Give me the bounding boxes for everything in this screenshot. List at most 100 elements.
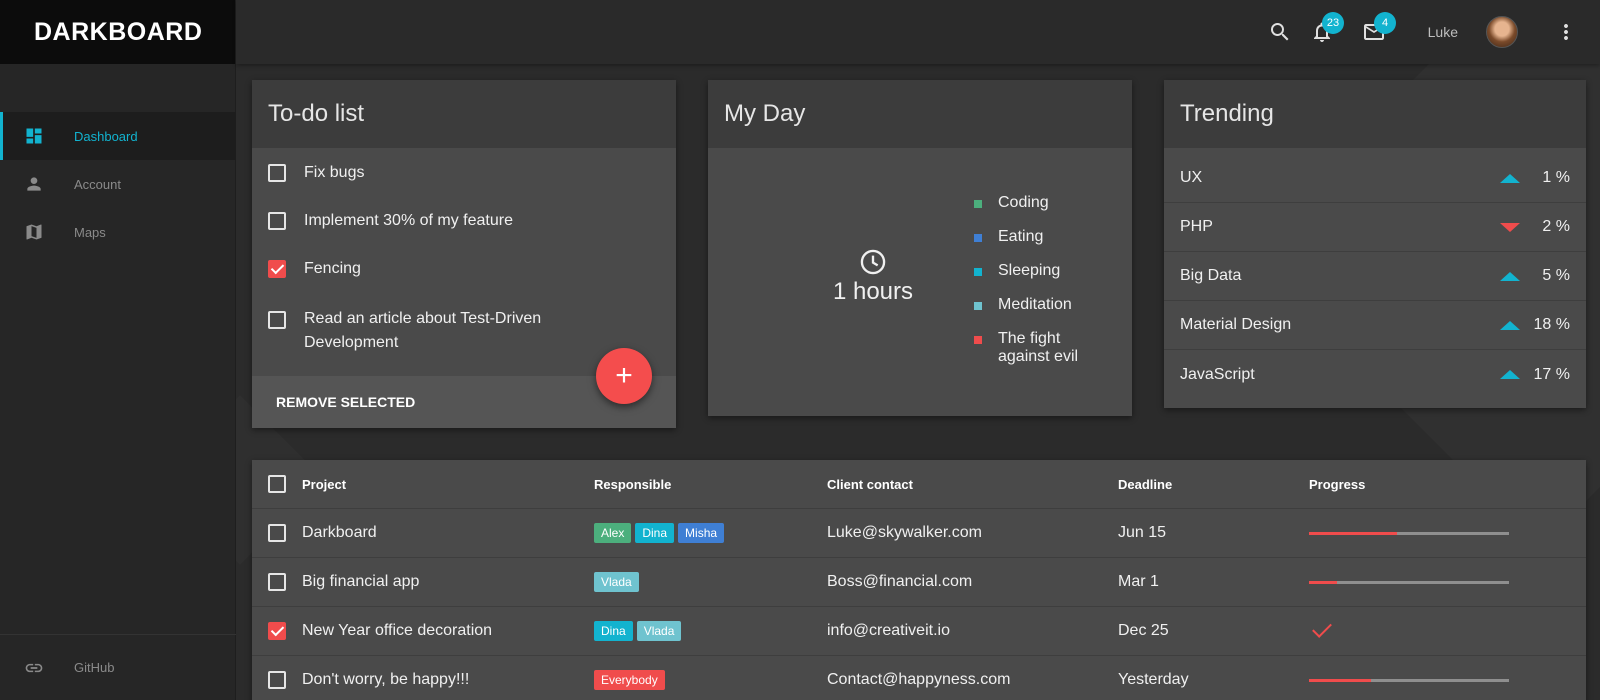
- todo-item-label: Fencing: [304, 260, 361, 277]
- client-contact[interactable]: Contact@happyness.com: [827, 656, 1010, 700]
- sidebar-item-label: Account: [74, 176, 121, 192]
- legend-label: The fight against evil: [998, 330, 1079, 365]
- todo-item[interactable]: Fencing: [252, 260, 676, 308]
- myday-card: My Day 1 hours Coding Eating Sleeping Me…: [708, 80, 1132, 416]
- trend-up-icon: [1500, 320, 1520, 330]
- responsible-chips: Alex Dina Misha: [594, 509, 728, 557]
- header-project[interactable]: Project: [302, 460, 346, 508]
- client-contact[interactable]: info@creativeit.io: [827, 607, 950, 655]
- trending-label: JavaScript: [1180, 365, 1255, 383]
- row-checkbox[interactable]: [268, 671, 286, 689]
- trending-item[interactable]: Big Data 5 %: [1164, 252, 1586, 301]
- todo-item-label: Fix bugs: [304, 164, 365, 181]
- trending-value: 2 %: [1542, 218, 1570, 235]
- legend-label: Meditation: [998, 296, 1072, 313]
- responsible-chip: Vlada: [636, 621, 682, 641]
- myday-legend: Coding Eating Sleeping Meditation The fi…: [974, 194, 1124, 382]
- sidebar-item-account[interactable]: Account: [0, 160, 236, 208]
- todo-checkbox[interactable]: [268, 260, 286, 278]
- sidebar-item-maps[interactable]: Maps: [0, 208, 236, 256]
- legend-label: Coding: [998, 194, 1049, 211]
- sidebar-item-dashboard[interactable]: Dashboard: [0, 112, 236, 160]
- brand-logo[interactable]: DARKBOARD: [0, 0, 235, 64]
- todo-item-label: Read an article about Test-Driven Develo…: [304, 310, 542, 351]
- progress-bar: [1309, 678, 1509, 682]
- trending-item[interactable]: JavaScript 17 %: [1164, 350, 1586, 399]
- trending-card: Trending UX 1 % PHP 2 % Big Data 5 % Mat…: [1164, 80, 1586, 408]
- responsible-chip: Alex: [594, 523, 632, 543]
- messages-button[interactable]: 4: [1362, 12, 1396, 44]
- sidebar-nav: Dashboard Account Maps: [0, 112, 236, 256]
- todo-checkbox[interactable]: [268, 212, 286, 230]
- trending-value: 1 %: [1542, 169, 1570, 186]
- table-header-row: Project Responsible Client contact Deadl…: [252, 460, 1586, 509]
- table-row[interactable]: Big financial app Vlada Boss@financial.c…: [252, 558, 1586, 607]
- select-all-checkbox[interactable]: [268, 475, 286, 493]
- responsible-chips: Everybody: [594, 656, 669, 700]
- dashboard-icon: [24, 126, 44, 146]
- legend-item: Sleeping: [974, 262, 1124, 280]
- trend-up-icon: [1500, 271, 1520, 281]
- completed-check-icon: [1312, 618, 1332, 638]
- add-todo-button[interactable]: +: [596, 348, 652, 404]
- notifications-button[interactable]: 23: [1310, 12, 1344, 44]
- clock-icon: [788, 248, 958, 276]
- legend-label: Sleeping: [998, 262, 1061, 279]
- trending-item[interactable]: Material Design 18 %: [1164, 301, 1586, 350]
- legend-swatch: [974, 234, 982, 242]
- trending-label: UX: [1180, 169, 1203, 186]
- header-responsible[interactable]: Responsible: [594, 460, 671, 508]
- trending-value: 18 %: [1533, 316, 1570, 333]
- row-checkbox[interactable]: [268, 573, 286, 591]
- myday-title: My Day: [708, 80, 1132, 148]
- trending-list: UX 1 % PHP 2 % Big Data 5 % Material Des…: [1164, 148, 1586, 399]
- plus-icon: +: [615, 359, 633, 392]
- clock-text: 1 hours: [832, 278, 914, 305]
- link-icon: [24, 658, 44, 678]
- legend-item: Eating: [974, 228, 1124, 246]
- todo-checkbox[interactable]: [268, 311, 286, 329]
- search-icon: [1268, 23, 1292, 48]
- todo-item[interactable]: Fix bugs: [252, 164, 676, 212]
- username[interactable]: Luke: [1428, 24, 1458, 40]
- trending-item[interactable]: UX 1 %: [1164, 154, 1586, 203]
- trending-label: PHP: [1180, 218, 1213, 235]
- project-name: New Year office decoration: [302, 622, 493, 639]
- legend-swatch: [974, 200, 982, 208]
- todo-title: To-do list: [252, 80, 676, 148]
- search-button[interactable]: [1268, 20, 1292, 44]
- todo-list: Fix bugs Implement 30% of my feature Fen…: [252, 148, 676, 368]
- trend-up-icon: [1500, 370, 1520, 379]
- progress-fill: [1309, 531, 1397, 535]
- todo-card: To-do list Fix bugs Implement 30% of my …: [252, 80, 676, 428]
- header-deadline[interactable]: Deadline: [1118, 460, 1172, 508]
- project-name: Don't worry, be happy!!!: [302, 671, 470, 688]
- trend-up-icon: [1500, 173, 1520, 183]
- avatar[interactable]: [1486, 16, 1518, 48]
- client-contact[interactable]: Luke@skywalker.com: [827, 509, 982, 557]
- row-checkbox[interactable]: [268, 524, 286, 542]
- notifications-badge: 23: [1322, 12, 1344, 34]
- table-row[interactable]: New Year office decoration Dina Vlada in…: [252, 607, 1586, 656]
- deadline: Mar 1: [1118, 573, 1159, 590]
- trend-down-icon: [1500, 222, 1520, 232]
- clock-summary: 1 hours: [788, 248, 958, 306]
- client-contact[interactable]: Boss@financial.com: [827, 558, 972, 606]
- legend-label: Eating: [998, 228, 1044, 245]
- topbar: 23 4 Luke: [236, 0, 1600, 64]
- legend-item: Coding: [974, 194, 1124, 212]
- progress-bar: [1309, 531, 1509, 535]
- responsible-chip: Misha: [678, 523, 725, 543]
- table-row[interactable]: Don't worry, be happy!!! Everybody Conta…: [252, 656, 1586, 700]
- table-row[interactable]: Darkboard Alex Dina Misha Luke@skywalker…: [252, 509, 1586, 558]
- deadline: Dec 25: [1118, 622, 1169, 639]
- sidebar-item-github[interactable]: GitHub: [0, 634, 236, 700]
- sidebar: DARKBOARD Dashboard Account Maps GitHub: [0, 0, 236, 700]
- todo-checkbox[interactable]: [268, 164, 286, 182]
- header-client-contact[interactable]: Client contact: [827, 460, 913, 508]
- row-checkbox[interactable]: [268, 622, 286, 640]
- todo-item[interactable]: Implement 30% of my feature: [252, 212, 676, 260]
- more-menu-button[interactable]: [1554, 20, 1578, 44]
- header-progress[interactable]: Progress: [1309, 460, 1365, 508]
- trending-item[interactable]: PHP 2 %: [1164, 203, 1586, 252]
